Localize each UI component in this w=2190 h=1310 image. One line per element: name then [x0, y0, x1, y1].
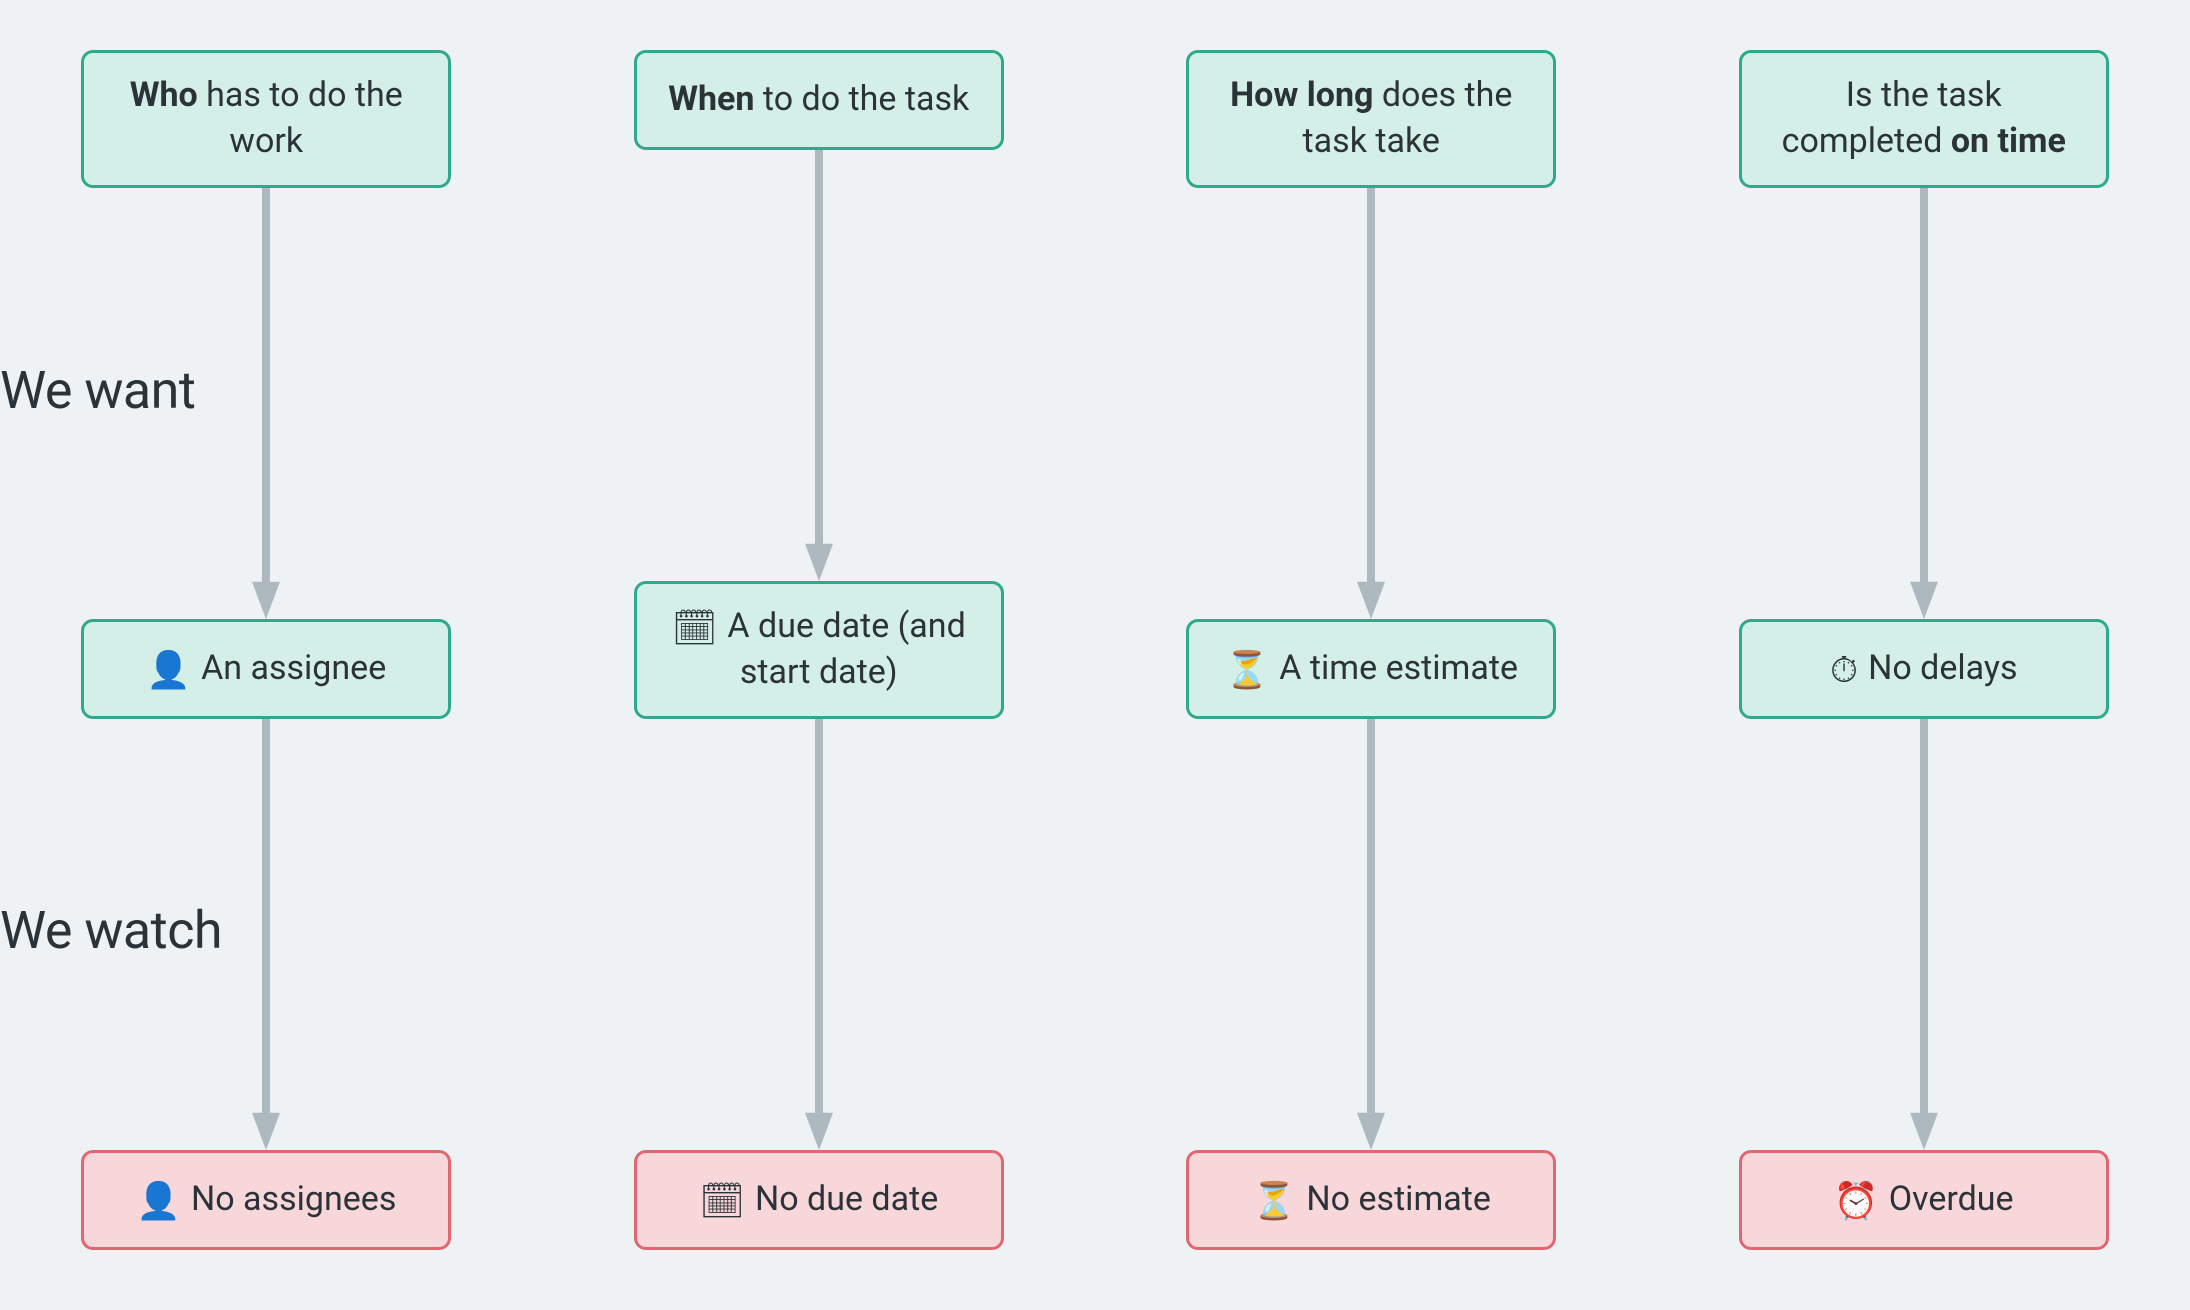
question-text: How long does the task take — [1217, 73, 1525, 165]
watch-text: No assignees — [191, 1179, 396, 1219]
alarm-clock-icon: ⏰ — [1834, 1183, 1879, 1219]
question-box-on-time: Is the task completed on time — [1739, 50, 2109, 188]
want-text: A time estimate — [1279, 648, 1518, 688]
calendar-icon: 🗓 — [699, 1183, 745, 1219]
arrow-icon — [1708, 719, 2141, 1150]
person-icon: 👤 — [136, 1183, 181, 1219]
arrow-icon — [1155, 719, 1588, 1150]
want-text: An assignee — [201, 648, 386, 688]
arrow-icon — [50, 719, 483, 1150]
watch-text: Overdue — [1889, 1179, 2014, 1219]
watch-text: No estimate — [1306, 1179, 1491, 1219]
arrow-icon — [50, 188, 483, 619]
watch-box-overdue: ⏰ Overdue — [1739, 1150, 2109, 1250]
want-text: No delays — [1868, 648, 2017, 688]
person-icon: 👤 — [146, 652, 191, 688]
hourglass-icon: ⏳ — [1252, 1183, 1297, 1219]
want-box-no-delays: ⏱ No delays — [1739, 619, 2109, 719]
column-who: Who has to do the work 👤 An assignee 👤 No … — [50, 50, 483, 1250]
calendar-icon: 🗓 — [672, 610, 718, 646]
diagram-canvas: We want We watch Who has to do the work … — [0, 0, 2190, 1310]
question-box-who: Who has to do the work — [81, 50, 451, 188]
want-box-due-date: 🗓A due date (and start date) — [634, 581, 1004, 719]
diagram-grid: Who has to do the work 👤 An assignee 👤 No … — [50, 50, 2140, 1250]
arrow-icon — [1708, 188, 2141, 619]
watch-box-no-due-date: 🗓 No due date — [634, 1150, 1004, 1250]
arrow-icon — [603, 150, 1036, 581]
arrow-icon — [1155, 188, 1588, 619]
want-text: A due date (and start date) — [727, 606, 965, 692]
watch-box-no-estimate: ⏳No estimate — [1186, 1150, 1556, 1250]
hourglass-icon: ⏳ — [1224, 652, 1269, 688]
want-box-assignee: 👤 An assignee — [81, 619, 451, 719]
question-box-how-long: How long does the task take — [1186, 50, 1556, 188]
arrow-icon — [603, 719, 1036, 1150]
question-text: When to do the task — [668, 77, 969, 123]
column-how-long: How long does the task take ⏳ A time esti… — [1155, 50, 1588, 1250]
question-text: Who has to do the work — [112, 73, 420, 165]
want-box-time-estimate: ⏳ A time estimate — [1186, 619, 1556, 719]
stopwatch-icon: ⏱ — [1830, 652, 1858, 688]
question-text: Is the task completed on time — [1770, 73, 2078, 165]
column-on-time: Is the task completed on time ⏱ No delays… — [1708, 50, 2141, 1250]
watch-box-no-assignees: 👤 No assignees — [81, 1150, 451, 1250]
watch-text: No due date — [755, 1179, 938, 1219]
column-when: When to do the task 🗓A due date (and sta… — [603, 50, 1036, 1250]
question-box-when: When to do the task — [634, 50, 1004, 150]
